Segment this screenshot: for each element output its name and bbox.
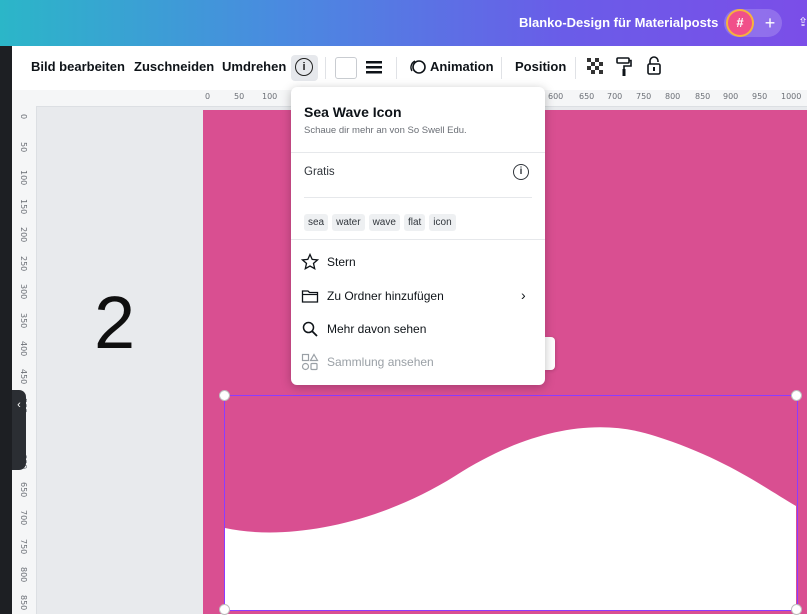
- ruler-tick-label: 800: [19, 567, 28, 583]
- ruler-tick-label: 950: [752, 92, 768, 101]
- edit-image-button[interactable]: Bild bearbeiten: [31, 59, 125, 74]
- flip-button[interactable]: Umdrehen: [222, 59, 286, 74]
- popup-divider: [291, 152, 545, 153]
- ruler-tick-label: 200: [19, 227, 28, 243]
- license-label: Gratis: [304, 166, 335, 178]
- ruler-tick-label: 900: [723, 92, 739, 101]
- ruler-tick-label: 650: [579, 92, 595, 101]
- toolbar-divider: [501, 57, 502, 79]
- search-icon: [302, 321, 318, 337]
- menu-label: Mehr davon sehen: [327, 322, 427, 336]
- ruler-tick-label: 450: [19, 369, 28, 385]
- resize-handle-bottom-left[interactable]: [219, 604, 230, 615]
- tag[interactable]: flat: [403, 214, 426, 231]
- menu-item-add-to-folder[interactable]: Zu Ordner hinzufügen ›: [301, 287, 535, 307]
- popup-creator-link[interactable]: Schaue dir mehr an von So Swell Edu.: [304, 125, 467, 136]
- collapse-panel-button[interactable]: ‹: [12, 390, 26, 470]
- ruler-tick-label: 400: [19, 341, 28, 357]
- animation-icon: [410, 60, 426, 74]
- folder-icon: [301, 290, 319, 303]
- position-button[interactable]: Position: [515, 59, 566, 74]
- ruler-tick-label: 0: [205, 92, 211, 101]
- resize-handle-bottom-right[interactable]: [791, 604, 802, 615]
- tag-list: sea water wave flat icon: [304, 212, 460, 231]
- share-icon[interactable]: ⇪: [798, 15, 807, 29]
- popup-divider: [291, 239, 545, 240]
- paint-roller-icon[interactable]: [616, 57, 632, 77]
- tag[interactable]: sea: [304, 214, 329, 231]
- hash-badge-icon[interactable]: #: [728, 11, 752, 35]
- menu-label: Zu Ordner hinzufügen: [327, 289, 444, 303]
- ruler-tick-label: 650: [19, 482, 28, 498]
- top-bar: Blanko-Design für Materialposts # + ⇪: [0, 0, 807, 46]
- ruler-tick-label: 600: [548, 92, 564, 101]
- menu-label: Stern: [327, 255, 356, 269]
- selection-box[interactable]: [224, 395, 798, 611]
- left-panel-strip: [0, 46, 12, 614]
- popup-title: Sea Wave Icon: [304, 104, 402, 120]
- page-number: 2: [94, 281, 136, 364]
- color-swatch[interactable]: [335, 57, 357, 79]
- menu-item-see-more[interactable]: Mehr davon sehen: [301, 320, 535, 340]
- transparency-icon[interactable]: [587, 58, 605, 76]
- star-icon: [301, 253, 319, 271]
- ruler-tick-label: 700: [607, 92, 623, 101]
- info-button[interactable]: i: [291, 55, 318, 81]
- chevron-right-icon: ›: [521, 287, 526, 303]
- element-info-popup: Sea Wave Icon Schaue dir mehr an von So …: [291, 87, 545, 385]
- editor-toolbar: Bild bearbeiten Zuschneiden Umdrehen i A…: [0, 46, 807, 91]
- resize-handle-top-left[interactable]: [219, 390, 230, 401]
- ruler-tick-label: 750: [19, 539, 28, 555]
- chevron-left-icon: ‹: [17, 399, 21, 411]
- ruler-tick-label: 750: [636, 92, 652, 101]
- crop-button[interactable]: Zuschneiden: [134, 59, 214, 74]
- tag[interactable]: wave: [368, 214, 400, 231]
- add-collaborator-button[interactable]: +: [760, 11, 780, 35]
- resize-handle-top-right[interactable]: [791, 390, 802, 401]
- toolbar-divider: [325, 57, 326, 79]
- ruler-tick-label: 50: [19, 142, 28, 153]
- menu-item-star[interactable]: Stern: [301, 253, 535, 273]
- ruler-tick-label: 350: [19, 313, 28, 329]
- ruler-tick-label: 850: [695, 92, 711, 101]
- ruler-tick-label: 1000: [781, 92, 802, 101]
- ruler-tick-label: 700: [19, 510, 28, 526]
- shapes-icon: [301, 353, 319, 371]
- info-icon: i: [295, 58, 313, 76]
- ruler-tick-label: 100: [19, 170, 28, 186]
- ruler-tick-label: 50: [234, 92, 245, 101]
- toolbar-divider: [396, 57, 397, 79]
- menu-item-view-collection: Sammlung ansehen: [301, 353, 535, 373]
- lock-icon[interactable]: [646, 56, 662, 76]
- popup-side-tab: [545, 337, 555, 370]
- ruler-tick-label: 250: [19, 256, 28, 272]
- ruler-tick-label: 0: [19, 114, 28, 120]
- ruler-tick-label: 300: [19, 284, 28, 300]
- license-info-icon[interactable]: i: [513, 164, 529, 180]
- animation-button[interactable]: Animation: [430, 59, 494, 74]
- ruler-tick-label: 800: [665, 92, 681, 101]
- ruler-left: 0501001502002503003504004505006006507007…: [12, 106, 37, 614]
- document-title[interactable]: Blanko-Design für Materialposts: [519, 15, 718, 30]
- ruler-tick-label: 150: [19, 199, 28, 215]
- menu-label: Sammlung ansehen: [327, 355, 434, 369]
- tag[interactable]: water: [332, 214, 365, 231]
- ruler-tick-label: 100: [262, 92, 278, 101]
- popup-divider: [304, 197, 532, 198]
- border-style-icon[interactable]: [366, 59, 382, 75]
- toolbar-divider: [575, 57, 576, 79]
- tag[interactable]: icon: [429, 214, 456, 231]
- ruler-tick-label: 850: [19, 595, 28, 611]
